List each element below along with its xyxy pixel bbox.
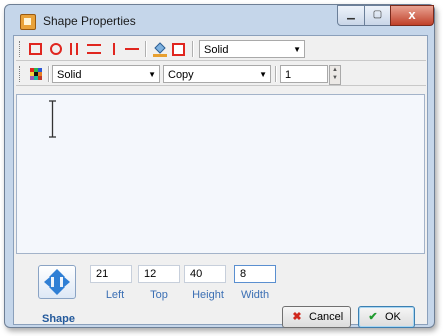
ok-button[interactable]: ✔ OK: [358, 306, 415, 328]
width-field[interactable]: [234, 265, 276, 283]
horizontal-lines-icon: [87, 44, 101, 54]
toolbar-separator: [192, 41, 194, 57]
color-palette-tool[interactable]: [26, 64, 46, 84]
maximize-button[interactable]: ▢: [364, 5, 391, 26]
top-label: Top: [150, 289, 168, 301]
top-field[interactable]: [138, 265, 180, 283]
color-palette-icon: [30, 68, 42, 80]
height-label: Height: [192, 289, 224, 301]
shape-canvas[interactable]: [16, 94, 425, 254]
toolbar-grip[interactable]: [19, 66, 22, 82]
vertical-lines-tool[interactable]: [64, 39, 84, 59]
app-icon: [20, 14, 36, 30]
cancel-button[interactable]: ✖ Cancel: [282, 306, 351, 328]
ellipse-tool[interactable]: [46, 39, 66, 59]
vertical-lines-icon: [70, 43, 78, 55]
fill-style-select[interactable]: Solid ▼: [52, 65, 160, 83]
rectangle-icon: [29, 43, 42, 55]
rectangle-tool[interactable]: [26, 39, 46, 59]
copy-mode-select[interactable]: Copy ▼: [163, 65, 271, 83]
line-style-select[interactable]: Solid ▼: [199, 40, 305, 58]
dialog-content: Solid ▼ Solid ▼ Copy ▼ 1 ▲ ▼ 21 12 40 8 …: [13, 35, 428, 328]
toolbar-grip[interactable]: [19, 41, 22, 57]
check-icon: ✔: [368, 311, 378, 323]
shape-toolbar: Solid ▼: [16, 38, 426, 61]
close-button[interactable]: x: [390, 5, 434, 26]
shape-properties-window: Shape Properties ▁ ▢ x Solid ▼ Solid ▼ C…: [4, 4, 435, 328]
chevron-down-icon: ▼: [293, 45, 301, 54]
shape-label: Shape: [42, 313, 76, 325]
left-field[interactable]: [90, 265, 132, 283]
height-field[interactable]: [184, 265, 226, 283]
chevron-down-icon: ▼: [148, 70, 156, 79]
window-title: Shape Properties: [43, 14, 136, 28]
fill-color-tool[interactable]: [169, 39, 189, 59]
move-arrows-icon: [44, 269, 70, 295]
horizontal-line-tool[interactable]: [122, 39, 142, 59]
ok-label: OK: [385, 311, 401, 323]
toolbar-separator: [145, 41, 147, 57]
minimize-button[interactable]: ▁: [337, 5, 365, 26]
properties-panel: Left Top Height Width Shape ✖ Cancel ✔ OK: [16, 256, 425, 328]
text-cursor-icon: [49, 100, 56, 138]
line-width-spinner[interactable]: ▲ ▼: [329, 65, 341, 85]
chevron-down-icon: ▼: [259, 70, 267, 79]
line-width-value: 1: [285, 69, 292, 81]
toolbar-separator: [275, 66, 277, 82]
horizontal-line-icon: [125, 48, 139, 50]
fill-bucket-icon: [153, 42, 167, 57]
fill-color-icon: [172, 43, 185, 56]
vertical-line-tool[interactable]: [104, 39, 124, 59]
title-bar[interactable]: Shape Properties ▁ ▢ x: [5, 5, 434, 35]
style-toolbar: Solid ▼ Copy ▼ 1 ▲ ▼: [16, 63, 426, 86]
fill-style-value: Solid: [57, 69, 82, 81]
left-label: Left: [105, 289, 125, 301]
ellipse-icon: [50, 43, 62, 55]
line-style-value: Solid: [204, 44, 229, 56]
horizontal-lines-tool[interactable]: [84, 39, 104, 59]
move-shape-button[interactable]: [38, 265, 76, 299]
close-icon: ✖: [292, 311, 302, 323]
line-width-input[interactable]: 1: [280, 65, 328, 83]
fill-bucket-tool[interactable]: [150, 39, 170, 59]
vertical-line-icon: [113, 43, 115, 55]
copy-mode-value: Copy: [168, 69, 194, 81]
width-label: Width: [240, 289, 270, 301]
toolbar-separator: [48, 66, 50, 82]
cancel-label: Cancel: [309, 311, 344, 323]
